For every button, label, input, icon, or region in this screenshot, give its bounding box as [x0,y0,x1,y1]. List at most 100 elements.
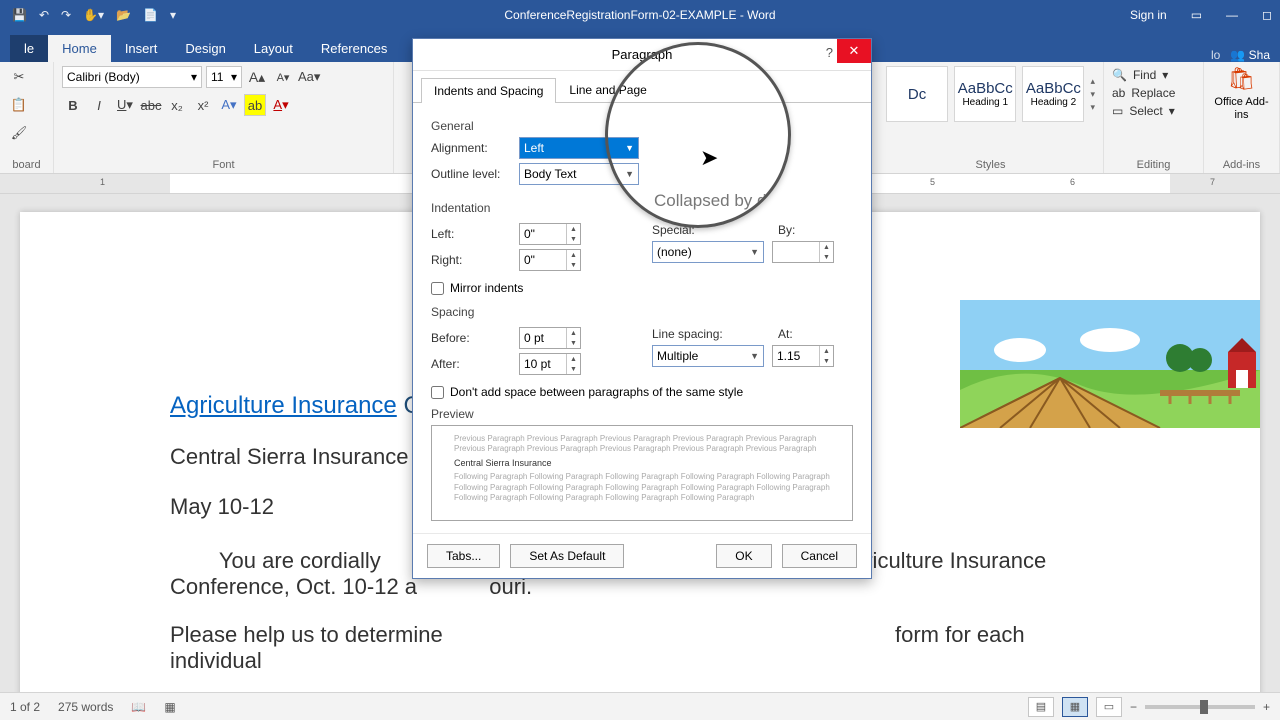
font-size-combo[interactable]: 11▾ [206,66,242,88]
mirror-indents-checkbox[interactable] [431,282,444,295]
touch-mode-icon[interactable]: ✋▾ [83,8,104,22]
zoom-out-button[interactable]: − [1130,700,1137,714]
underline-button[interactable]: U▾ [114,94,136,116]
dialog-tab-indents[interactable]: Indents and Spacing [421,78,556,103]
search-icon: 🔍 [1112,68,1127,82]
store-icon[interactable]: 🛍 [1228,66,1256,92]
addins-button[interactable]: Office Add-ins [1212,96,1271,122]
spellcheck-icon[interactable]: 📖 [131,700,146,714]
open-icon[interactable]: 📂 [116,8,131,22]
font-color-icon[interactable]: A▾ [270,94,292,116]
text-effects-icon[interactable]: A▾ [218,94,240,116]
style-box[interactable]: AaBbCcHeading 1 [954,66,1016,122]
special-combo[interactable]: (none)▼ [652,241,764,263]
alignment-label: Alignment: [431,141,511,155]
cursor-icon: ▭ [1112,104,1123,118]
zoom-in-button[interactable]: + [1263,700,1270,714]
word-count[interactable]: 275 words [58,700,113,714]
page-count[interactable]: 1 of 2 [10,700,40,714]
chevron-down-icon: ▼ [750,351,759,361]
paragraph-dialog: Paragraph ? ✕ Indents and Spacing Line a… [412,38,872,579]
after-label: After: [431,357,511,371]
new-doc-icon[interactable]: 📄 [143,8,158,22]
style-box[interactable]: Dc [886,66,948,122]
ok-button[interactable]: OK [716,544,771,568]
document-title: ConferenceRegistrationForm-02-EXAMPLE - … [504,8,775,22]
tab-references[interactable]: References [307,35,401,62]
set-default-button[interactable]: Set As Default [510,544,624,568]
tabs-button[interactable]: Tabs... [427,544,500,568]
dialog-tab-linepage[interactable]: Line and Page [556,77,659,102]
document-paragraph[interactable]: Please help us to determine form for eac… [170,622,1110,674]
highlight-icon[interactable]: ab [244,94,266,116]
copy-icon[interactable]: 📋 [8,94,30,116]
superscript-button[interactable]: x² [192,94,214,116]
qat-dropdown-icon[interactable]: ▾ [170,8,176,22]
find-button[interactable]: 🔍Find ▾ [1112,66,1195,84]
group-clipboard-label: board [8,157,45,171]
outline-combo[interactable]: Body Text▼ [519,163,639,185]
grow-font-icon[interactable]: A▴ [246,66,268,88]
bold-button[interactable]: B [62,94,84,116]
indent-left-spinner[interactable]: 0"▲▼ [519,223,581,245]
change-case-icon[interactable]: Aa▾ [298,66,320,88]
tab-layout[interactable]: Layout [240,35,307,62]
special-label: Special: [652,223,710,237]
share-button[interactable]: 👥 Sha [1230,48,1270,62]
tab-home[interactable]: Home [48,35,111,62]
tell-me-icon[interactable]: lo [1211,48,1220,62]
web-layout-button[interactable]: ▭ [1096,697,1122,717]
status-bar: 1 of 2 275 words 📖 ▦ ▤ ▦ ▭ − + [0,692,1280,720]
undo-icon[interactable]: ↶ [39,8,49,22]
linespacing-combo[interactable]: Multiple▼ [652,345,764,367]
cancel-button[interactable]: Cancel [782,544,857,568]
by-spinner[interactable]: ▲▼ [772,241,834,263]
minimize-icon[interactable]: — [1226,8,1238,22]
styles-up-icon[interactable]: ▴ [1090,76,1095,87]
macro-icon[interactable]: ▦ [164,700,175,714]
close-icon[interactable]: ✕ [837,39,871,63]
styles-more-icon[interactable]: ▾ [1090,102,1095,113]
read-mode-button[interactable]: ▤ [1028,697,1054,717]
cut-icon[interactable]: ✂ [8,66,30,88]
after-spinner[interactable]: 10 pt▲▼ [519,353,581,375]
subscript-button[interactable]: x₂ [166,94,188,116]
help-icon[interactable]: ? [826,45,833,60]
save-icon[interactable]: 💾 [12,8,27,22]
outline-label: Outline level: [431,167,511,181]
signin-link[interactable]: Sign in [1130,8,1167,22]
chevron-down-icon: ▼ [625,143,634,153]
ribbon-options-icon[interactable]: ▭ [1191,8,1202,22]
linespacing-label: Line spacing: [652,327,732,341]
indent-left-label: Left: [431,227,511,241]
replace-button[interactable]: abReplace [1112,84,1195,102]
tab-design[interactable]: Design [171,35,239,62]
before-spinner[interactable]: 0 pt▲▼ [519,327,581,349]
at-spinner[interactable]: 1.15▲▼ [772,345,834,367]
style-box[interactable]: AaBbCcHeading 2 [1022,66,1084,122]
format-painter-icon[interactable]: 🖌 [8,122,30,144]
redo-icon[interactable]: ↷ [61,8,71,22]
chevron-down-icon: ▾ [191,70,197,84]
zoom-slider[interactable] [1145,705,1255,709]
tab-file[interactable]: le [10,35,48,62]
italic-button[interactable]: I [88,94,110,116]
group-addins-label: Add-ins [1212,157,1271,171]
alignment-combo[interactable]: Left▼ [519,137,639,159]
select-button[interactable]: ▭Select ▾ [1112,102,1195,120]
print-layout-button[interactable]: ▦ [1062,697,1088,717]
styles-down-icon[interactable]: ▾ [1090,89,1095,100]
shrink-font-icon[interactable]: A▾ [272,66,294,88]
farm-illustration[interactable] [960,300,1260,428]
indent-right-spinner[interactable]: 0"▲▼ [519,249,581,271]
section-general: General [431,119,853,133]
tab-insert[interactable]: Insert [111,35,172,62]
dont-add-space-checkbox[interactable] [431,386,444,399]
strikethrough-button[interactable]: abc [140,94,162,116]
font-name-combo[interactable]: Calibri (Body)▾ [62,66,202,88]
maximize-icon[interactable]: ◻ [1262,8,1272,22]
before-label: Before: [431,331,511,345]
styles-gallery[interactable]: Dc AaBbCcHeading 1 AaBbCcHeading 2 ▴ ▾ ▾ [886,66,1095,122]
group-styles-label: Styles [886,157,1095,171]
indent-right-label: Right: [431,253,511,267]
